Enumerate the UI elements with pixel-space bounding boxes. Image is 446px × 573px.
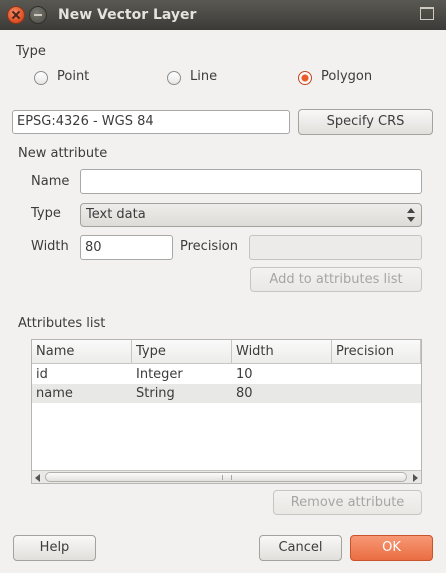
cell-type: String xyxy=(136,386,175,401)
help-button[interactable]: Help xyxy=(13,535,96,561)
specify-crs-button[interactable]: Specify CRS xyxy=(298,109,433,135)
precision-input[interactable] xyxy=(249,235,422,260)
title-bar: New Vector Layer xyxy=(0,0,446,30)
radio-polygon[interactable] xyxy=(298,71,312,85)
cell-name: name xyxy=(36,386,73,401)
table-row[interactable]: id Integer 10 xyxy=(32,365,421,384)
grip-icon xyxy=(222,475,232,480)
cell-name: id xyxy=(36,367,48,382)
new-attribute-heading: New attribute xyxy=(18,146,108,161)
cell-type: Integer xyxy=(136,367,183,382)
name-input[interactable] xyxy=(80,169,422,194)
chevron-updown-icon xyxy=(407,208,415,222)
radio-polygon-label[interactable]: Polygon xyxy=(321,69,372,84)
column-header-width[interactable]: Width xyxy=(232,340,332,364)
column-header-precision[interactable]: Precision xyxy=(332,340,421,364)
type-group-label: Type xyxy=(16,44,46,59)
column-header-type[interactable]: Type xyxy=(132,340,232,364)
minimize-icon[interactable] xyxy=(29,6,47,24)
type-select[interactable]: Text data xyxy=(80,203,422,227)
column-header-name[interactable]: Name xyxy=(32,340,132,364)
radio-point[interactable] xyxy=(34,71,48,85)
close-icon[interactable] xyxy=(7,6,25,24)
horizontal-scrollbar[interactable] xyxy=(32,470,421,483)
window-title: New Vector Layer xyxy=(58,7,197,23)
restore-icon[interactable] xyxy=(420,7,434,20)
radio-line[interactable] xyxy=(167,71,181,85)
cell-width: 80 xyxy=(236,386,253,401)
arrow-right-icon[interactable] xyxy=(413,474,418,482)
scrollbar-thumb[interactable] xyxy=(45,472,407,482)
radio-point-label[interactable]: Point xyxy=(57,69,89,84)
name-label: Name xyxy=(31,174,70,189)
ok-button[interactable]: OK xyxy=(350,535,433,561)
width-label: Width xyxy=(31,239,69,254)
cell-width: 10 xyxy=(236,367,253,382)
width-input[interactable]: 80 xyxy=(80,235,173,260)
remove-attribute-button[interactable]: Remove attribute xyxy=(273,490,422,515)
radio-line-label[interactable]: Line xyxy=(190,69,217,84)
precision-label: Precision xyxy=(180,239,239,254)
cancel-button[interactable]: Cancel xyxy=(259,535,342,561)
type-label: Type xyxy=(31,206,61,221)
type-select-value: Text data xyxy=(86,207,146,222)
add-to-attributes-button[interactable]: Add to attributes list xyxy=(250,267,422,292)
arrow-left-icon[interactable] xyxy=(35,474,40,482)
crs-field[interactable]: EPSG:4326 - WGS 84 xyxy=(12,110,290,134)
table-row[interactable]: name String 80 xyxy=(32,384,421,403)
attributes-list-heading: Attributes list xyxy=(18,316,106,331)
attributes-table[interactable]: Name Type Width Precision id Integer 10 … xyxy=(31,339,422,484)
